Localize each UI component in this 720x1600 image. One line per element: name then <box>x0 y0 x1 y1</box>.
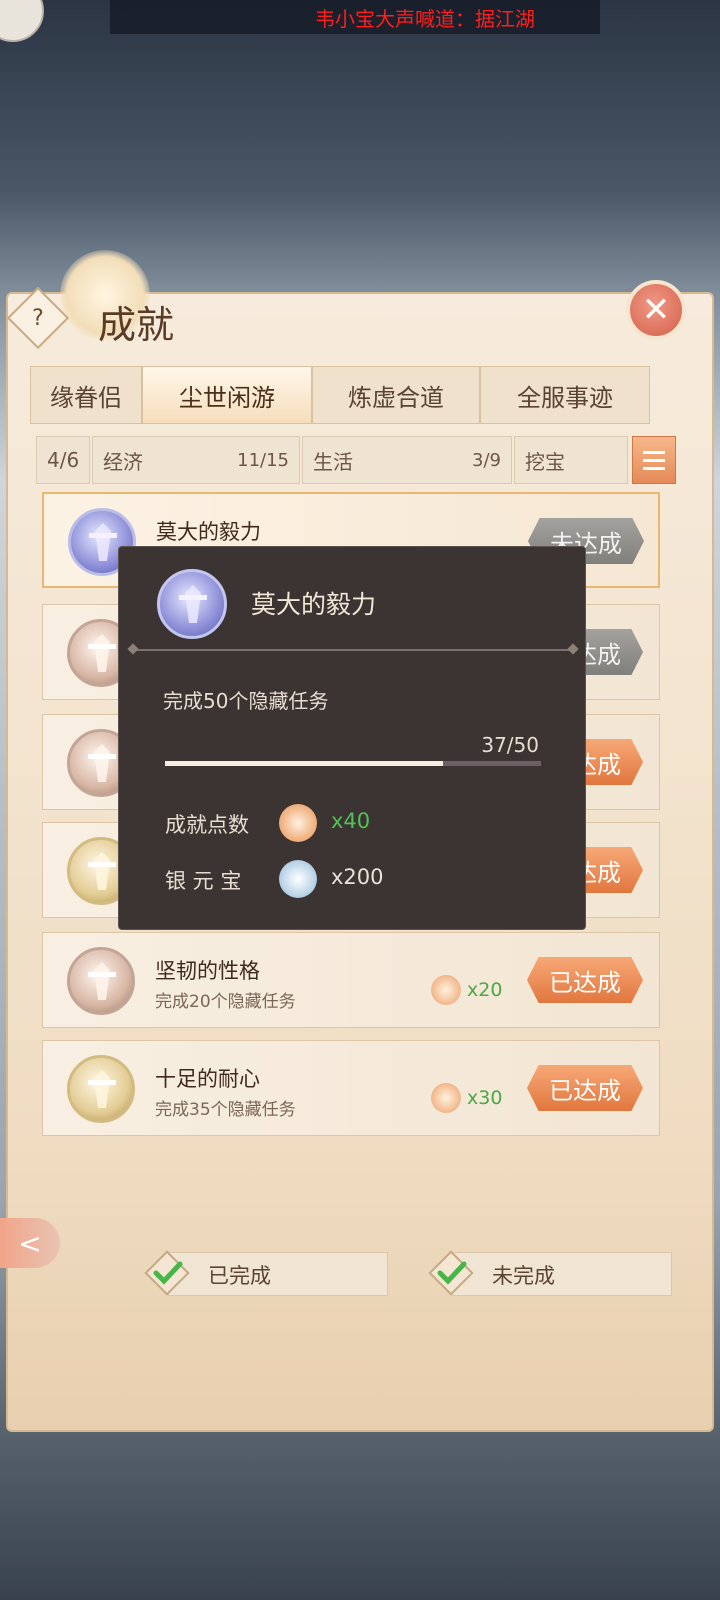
subcategory-count: 4/6 <box>47 448 80 472</box>
tab-chenshixianyou[interactable]: 尘世闲游 <box>142 366 312 424</box>
subcategory-first[interactable]: 4/6 <box>36 436 90 484</box>
subcategory-count: 3/9 <box>472 449 501 471</box>
tab-label: 炼虚合道 <box>348 383 444 412</box>
tooltip-divider <box>129 649 577 651</box>
tab-lianxuhedao[interactable]: 炼虚合道 <box>312 366 480 424</box>
achievement-desc: 完成20个隐藏任务 <box>155 992 296 1012</box>
subcategory-name: 挖宝 <box>525 449 565 474</box>
filter-box <box>168 1252 388 1296</box>
list-menu-button[interactable] <box>632 436 676 484</box>
points-value: x30 <box>467 1087 503 1109</box>
subcategory-name: 生活 <box>313 449 353 474</box>
achievement-tooltip: 莫大的毅力 完成50个隐藏任务 37/50 成就点数 x40 银 元 宝 x20… <box>118 546 586 930</box>
broadcast-bar: 韦小宝大声喊道：据江湖 <box>110 0 600 34</box>
tab-label: 缘眷侣 <box>50 383 122 412</box>
achievement-name: 十足的耐心 <box>155 1067 260 1091</box>
subcategory-count: 11/15 <box>237 449 289 471</box>
tab-quanfushiji[interactable]: 全服事迹 <box>480 366 650 424</box>
silver-ingot-icon <box>279 860 317 898</box>
help-icon: ? <box>32 305 44 331</box>
achievement-name: 莫大的毅力 <box>156 520 261 544</box>
checkmark-icon <box>428 1250 474 1296</box>
achievement-point-icon <box>431 1083 461 1113</box>
subcategory-life[interactable]: 生活 3/9 <box>302 436 512 484</box>
tab-label: 尘世闲游 <box>179 383 275 412</box>
achievement-points: x30 <box>431 1083 502 1113</box>
subcategory-treasure[interactable]: 挖宝 <box>514 436 628 484</box>
tooltip-desc: 完成50个隐藏任务 <box>163 689 329 713</box>
filter-completed[interactable]: 已完成 <box>144 1250 388 1296</box>
achievement-desc: 完成35个隐藏任务 <box>155 1100 296 1120</box>
achievement-name: 坚韧的性格 <box>155 959 260 983</box>
achievement-badge-icon <box>67 1055 135 1123</box>
achievement-points: x20 <box>431 975 502 1005</box>
achievement-point-icon <box>431 975 461 1005</box>
tooltip-title: 莫大的毅力 <box>251 590 377 619</box>
reward-points-label: 成就点数 <box>165 813 249 837</box>
tooltip-badge-icon <box>157 569 227 639</box>
subcategory-economy[interactable]: 经济 11/15 <box>92 436 300 484</box>
chevron-left-icon: < <box>18 1226 42 1260</box>
tooltip-progress-text: 37/50 <box>481 733 539 757</box>
progress-bar <box>165 761 541 766</box>
tab-yuanjuanlv[interactable]: 缘眷侣 <box>30 366 142 424</box>
progress-bar-fill <box>165 761 444 766</box>
close-button[interactable]: ✕ <box>626 280 686 340</box>
back-tab-button[interactable]: < <box>0 1218 60 1268</box>
filter-incomplete[interactable]: 未完成 <box>428 1250 672 1296</box>
filter-box <box>452 1252 672 1296</box>
list-icon <box>643 450 665 454</box>
filter-label: 已完成 <box>208 1264 271 1288</box>
reward-silver-value: x200 <box>331 865 384 889</box>
top-left-round-button[interactable] <box>0 0 44 42</box>
status-badge: 已达成 <box>527 957 643 1003</box>
achievement-row[interactable]: 十足的耐心 完成35个隐藏任务 x30 已达成 <box>42 1040 660 1136</box>
reward-points-value: x40 <box>331 809 371 833</box>
achievement-row[interactable]: 坚韧的性格 完成20个隐藏任务 x20 已达成 <box>42 932 660 1028</box>
tab-label: 全服事迹 <box>517 383 613 412</box>
achievement-badge-icon <box>67 947 135 1015</box>
close-icon: ✕ <box>641 290 671 330</box>
checkmark-icon <box>144 1250 190 1296</box>
reward-silver-label: 银 元 宝 <box>165 869 242 893</box>
panel-title: 成就 <box>98 303 175 347</box>
filter-label: 未完成 <box>492 1264 555 1288</box>
status-badge: 已达成 <box>527 1065 643 1111</box>
broadcast-text: 韦小宝大声喊道：据江湖 <box>315 6 535 31</box>
points-value: x20 <box>467 979 503 1001</box>
achievement-point-icon <box>279 804 317 842</box>
subcategory-name: 经济 <box>103 449 143 474</box>
